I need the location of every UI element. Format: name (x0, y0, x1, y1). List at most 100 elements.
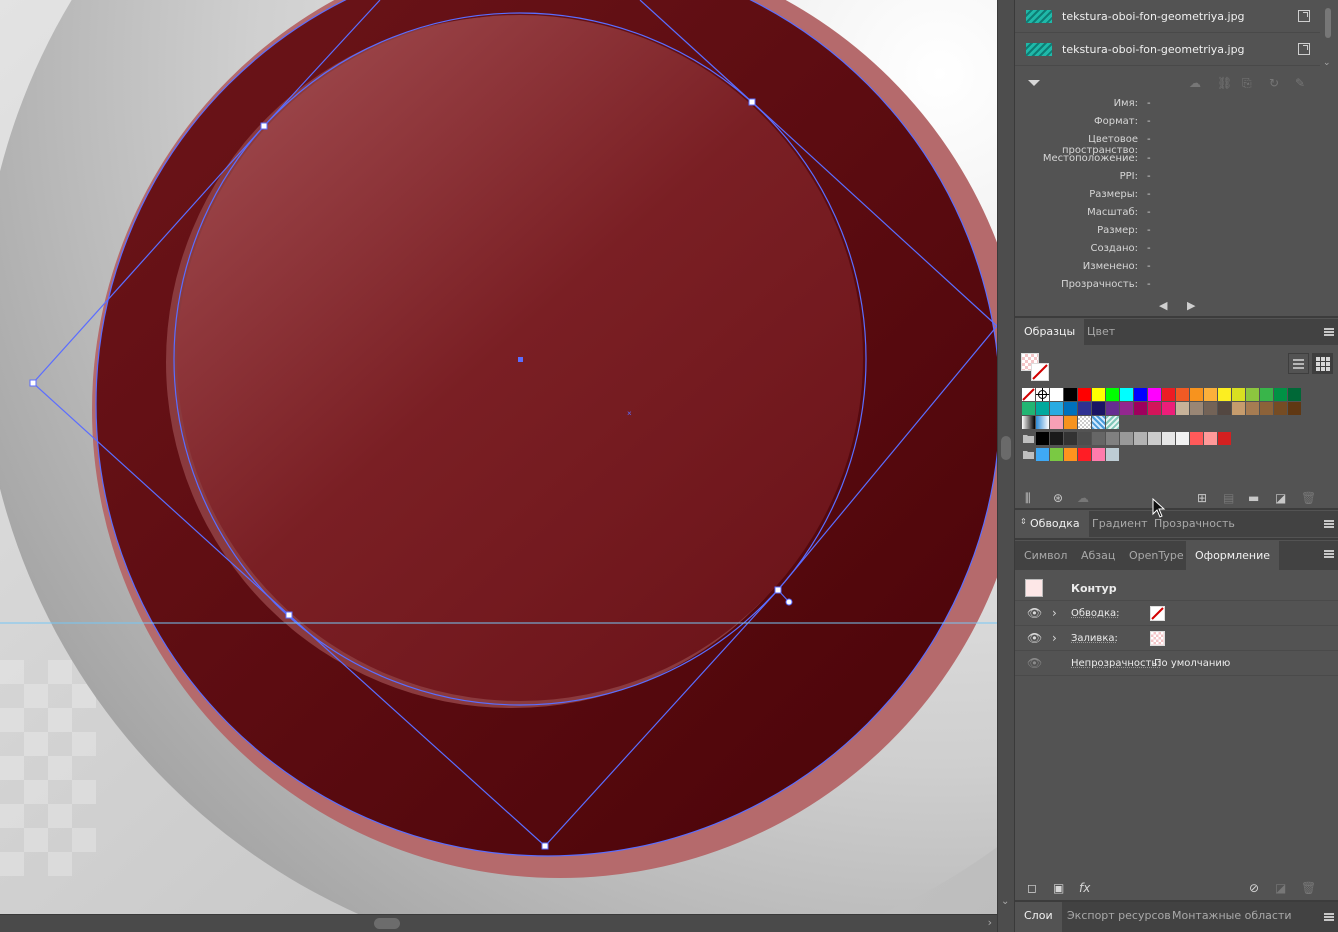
swatch[interactable] (1274, 402, 1287, 415)
edit-original-icon[interactable]: ✎ (1295, 76, 1305, 90)
swatch[interactable] (1134, 388, 1147, 401)
swatch[interactable] (1078, 402, 1091, 415)
swatch[interactable] (1148, 388, 1161, 401)
swatch[interactable] (1064, 448, 1077, 461)
add-fill-icon[interactable]: ▣ (1053, 881, 1064, 895)
divider-grip[interactable] (1001, 436, 1011, 460)
panel-menu-icon[interactable] (1324, 520, 1334, 528)
swatch[interactable] (1036, 432, 1049, 445)
swatch[interactable] (1050, 388, 1063, 401)
swatch[interactable] (1050, 432, 1063, 445)
swatch[interactable] (1050, 448, 1063, 461)
swatch[interactable] (1162, 402, 1175, 415)
swatch[interactable] (1064, 402, 1077, 415)
swatch[interactable] (1204, 432, 1217, 445)
trash-icon[interactable]: 🗑 (1301, 491, 1316, 505)
swatch[interactable] (1260, 402, 1273, 415)
swatch-pattern[interactable] (1092, 416, 1105, 429)
swatch-none[interactable] (1022, 388, 1035, 401)
swatch[interactable] (1064, 416, 1077, 429)
swatch[interactable] (1050, 416, 1063, 429)
stroke-color-swatch[interactable] (1150, 605, 1165, 621)
swatch[interactable] (1288, 388, 1301, 401)
swatch[interactable] (1106, 388, 1119, 401)
swatch[interactable] (1148, 402, 1161, 415)
scroll-right-icon[interactable]: › (988, 916, 992, 929)
swatch[interactable] (1176, 402, 1189, 415)
swatch[interactable] (1106, 448, 1119, 461)
swatch[interactable] (1232, 388, 1245, 401)
color-group-folder-icon[interactable] (1022, 448, 1035, 461)
appearance-row-fill[interactable]: 👁 › Заливка: (1015, 626, 1338, 651)
show-info-toggle-icon[interactable] (1028, 80, 1040, 86)
swatch-pattern[interactable] (1106, 416, 1119, 429)
swatch-options-icon[interactable]: ⊞ (1197, 491, 1207, 505)
swatch[interactable] (1232, 402, 1245, 415)
swatch[interactable] (1204, 402, 1217, 415)
swatch[interactable] (1064, 388, 1077, 401)
panel-menu-icon[interactable] (1324, 328, 1334, 336)
appearance-label[interactable]: Обводка: (1071, 608, 1120, 619)
tab-character[interactable]: Символ (1015, 541, 1076, 570)
prev-link-icon[interactable]: ◀ (1159, 299, 1167, 312)
canvas-artwork[interactable]: × (0, 0, 997, 914)
swatch-gradient[interactable] (1022, 416, 1035, 429)
tab-appearance[interactable]: Оформление (1186, 541, 1279, 570)
fill-color-swatch[interactable] (1150, 630, 1165, 646)
swatch[interactable] (1134, 402, 1147, 415)
scroll-thumb[interactable] (374, 918, 400, 929)
go-to-link-icon[interactable] (1298, 43, 1310, 55)
cloud-icon[interactable]: ☁ (1189, 76, 1201, 90)
swatch[interactable] (1092, 388, 1105, 401)
swatch-registration[interactable] (1036, 388, 1049, 401)
links-scroll-thumb[interactable] (1325, 8, 1331, 38)
tab-swatches[interactable]: Образцы (1015, 319, 1085, 345)
new-color-group-icon[interactable]: ▤ (1223, 491, 1234, 505)
swatch[interactable] (1092, 402, 1105, 415)
swatch[interactable] (1218, 402, 1231, 415)
swatch[interactable] (1260, 388, 1273, 401)
swatch[interactable] (1078, 432, 1091, 445)
horizontal-scrollbar[interactable]: › (0, 914, 997, 932)
opacity-label[interactable]: Непрозрачность: (1071, 658, 1161, 669)
new-swatch-icon[interactable]: ◪ (1275, 491, 1286, 505)
folder-icon[interactable]: ▬ (1248, 491, 1259, 505)
go-to-link-icon[interactable] (1298, 10, 1310, 22)
next-link-icon[interactable]: ▶ (1187, 299, 1195, 312)
swatch[interactable] (1064, 432, 1077, 445)
link-item[interactable]: tekstura-oboi-fon-geometriya.jpg (1015, 33, 1320, 66)
swatch[interactable] (1120, 402, 1133, 415)
collapse-icon[interactable]: ⇕ (1020, 517, 1027, 526)
swatch[interactable] (1218, 388, 1231, 401)
trash-icon[interactable]: 🗑 (1301, 881, 1316, 895)
swatch[interactable] (1204, 388, 1217, 401)
tab-asset-export[interactable]: Экспорт ресурсов (1058, 902, 1180, 932)
swatch[interactable] (1246, 388, 1259, 401)
go-to-link-icon[interactable]: ⎘ (1242, 76, 1252, 91)
grid-view-button[interactable] (1312, 353, 1333, 374)
links-scrollbar[interactable]: ⌄ (1322, 0, 1334, 70)
swatch[interactable] (1218, 432, 1231, 445)
swatch[interactable] (1120, 432, 1133, 445)
swatch[interactable] (1176, 432, 1189, 445)
swatch[interactable] (1274, 388, 1287, 401)
swatch[interactable] (1120, 388, 1133, 401)
eye-icon[interactable]: 👁 (1027, 606, 1042, 620)
swatch[interactable] (1022, 402, 1035, 415)
list-view-button[interactable] (1288, 353, 1309, 374)
chevron-right-icon[interactable]: › (1052, 631, 1057, 645)
panel-divider[interactable]: ⌄ (997, 0, 1015, 932)
relink-icon[interactable]: ⛓ (1217, 76, 1232, 90)
swatch[interactable] (1050, 402, 1063, 415)
stroke-swatch[interactable] (1031, 363, 1049, 381)
swatch-gradient[interactable] (1036, 416, 1049, 429)
swatch[interactable] (1036, 402, 1049, 415)
appearance-label[interactable]: Заливка: (1071, 633, 1118, 644)
swatch[interactable] (1106, 432, 1119, 445)
swatch-kind-icon[interactable]: ⊛ (1053, 491, 1063, 505)
add-stroke-icon[interactable]: ◻ (1027, 881, 1037, 895)
scroll-down-icon[interactable]: ⌄ (1001, 896, 1009, 907)
swatch[interactable] (1036, 448, 1049, 461)
fx-icon[interactable]: fx (1079, 881, 1090, 895)
swatch[interactable] (1106, 402, 1119, 415)
